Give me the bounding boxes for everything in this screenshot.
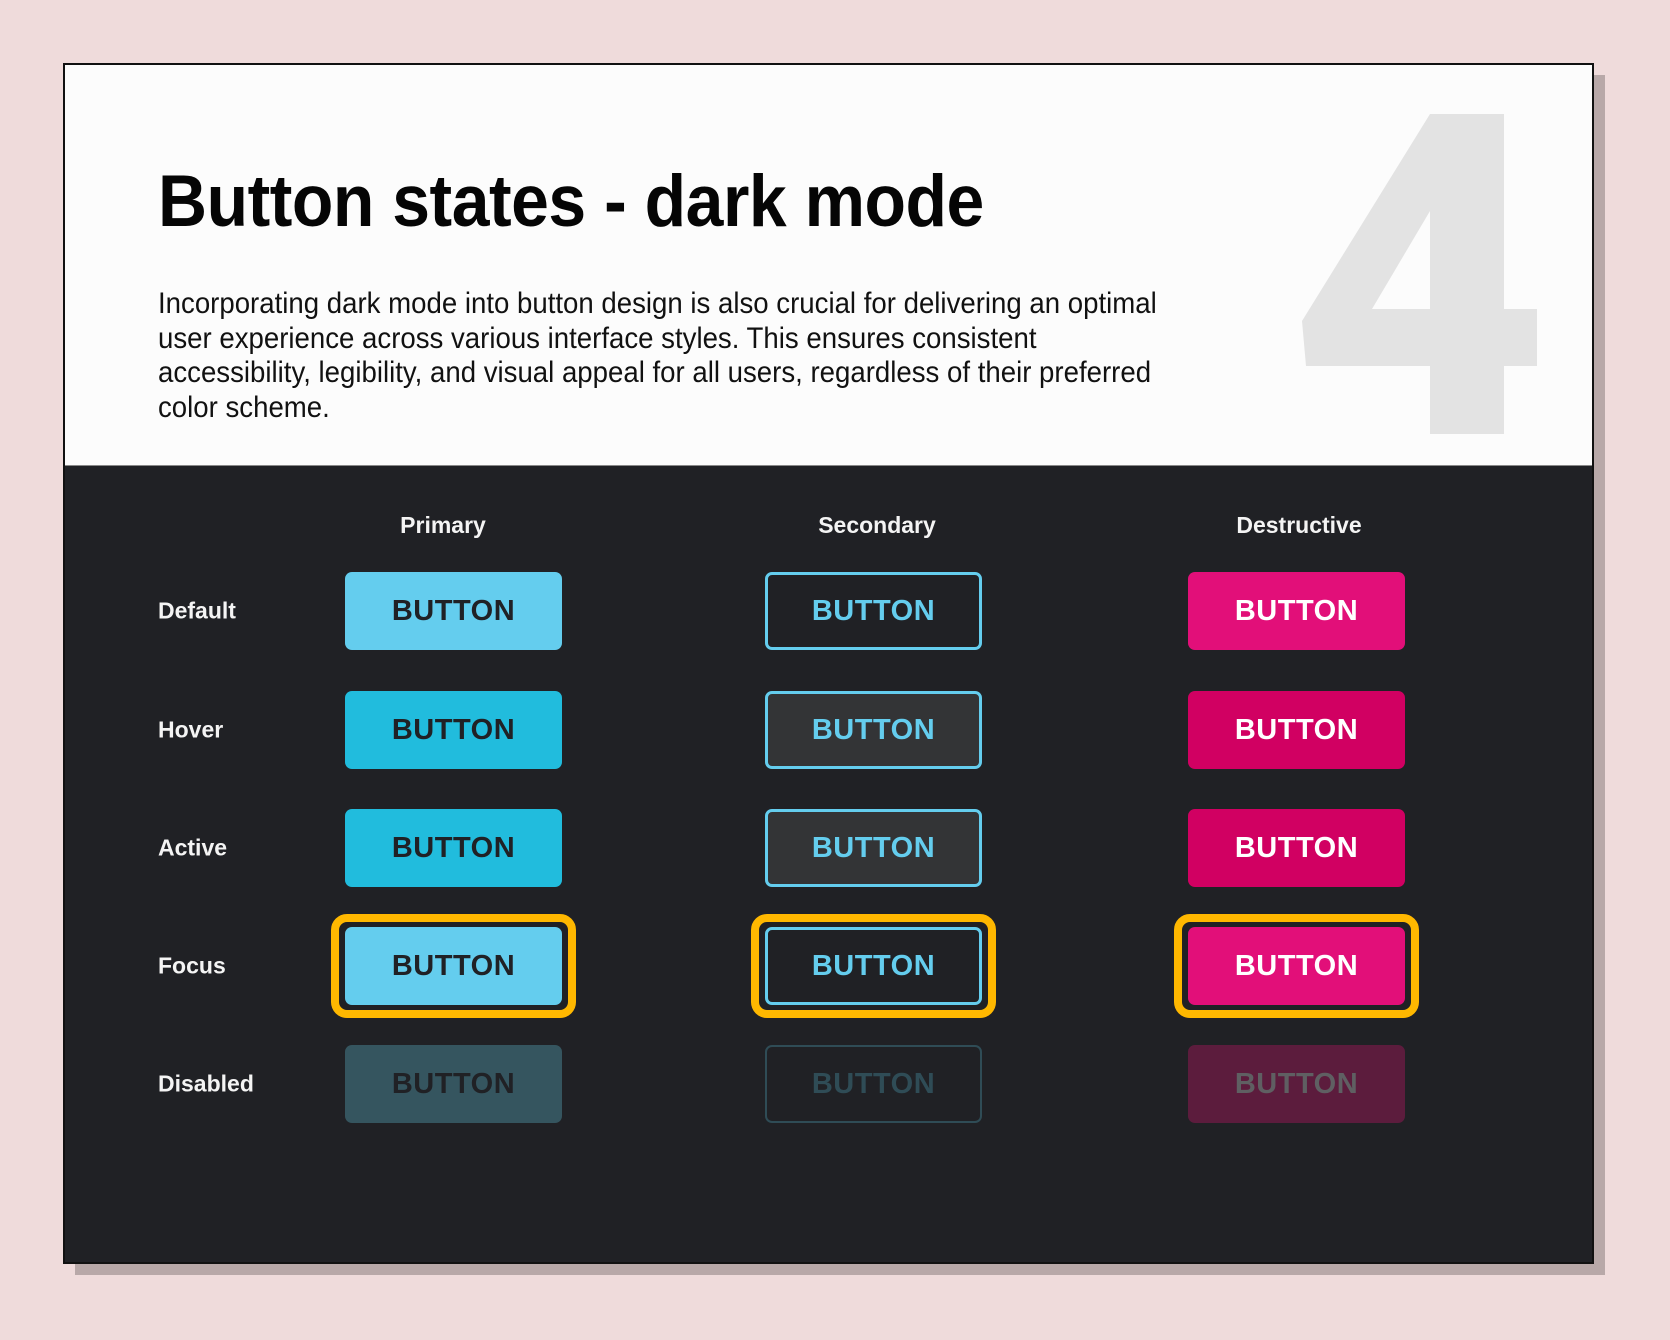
secondary-active-button[interactable]: BUTTON — [765, 809, 982, 887]
destructive-disabled-button: BUTTON — [1188, 1045, 1405, 1123]
secondary-disabled-button: BUTTON — [765, 1045, 982, 1123]
row-label-default: Default — [158, 597, 236, 624]
secondary-focus-button[interactable]: BUTTON — [765, 927, 982, 1005]
primary-default-button[interactable]: BUTTON — [345, 572, 562, 650]
page-description: Incorporating dark mode into button desi… — [158, 287, 1157, 424]
page-title: Button states - dark mode — [158, 161, 984, 242]
button-states-panel: Primary Secondary Destructive Default Ho… — [65, 466, 1592, 1262]
secondary-default-button[interactable]: BUTTON — [765, 572, 982, 650]
primary-focus-button[interactable]: BUTTON — [345, 927, 562, 1005]
column-header-primary: Primary — [400, 512, 486, 538]
header-section: Button states - dark mode Incorporating … — [65, 65, 1592, 466]
column-header-destructive: Destructive — [1236, 512, 1362, 538]
destructive-hover-button[interactable]: BUTTON — [1188, 691, 1405, 769]
destructive-focus-button[interactable]: BUTTON — [1188, 927, 1405, 1005]
row-label-focus: Focus — [158, 952, 226, 979]
slide-card: Button states - dark mode Incorporating … — [63, 63, 1594, 1264]
row-label-disabled: Disabled — [158, 1070, 254, 1097]
secondary-hover-button[interactable]: BUTTON — [765, 691, 982, 769]
row-label-active: Active — [158, 834, 228, 861]
destructive-default-button[interactable]: BUTTON — [1188, 572, 1405, 650]
row-label-hover: Hover — [158, 716, 224, 743]
primary-hover-button[interactable]: BUTTON — [345, 691, 562, 769]
column-header-secondary: Secondary — [818, 512, 936, 538]
primary-active-button[interactable]: BUTTON — [345, 809, 562, 887]
primary-disabled-button: BUTTON — [345, 1045, 562, 1123]
destructive-active-button[interactable]: BUTTON — [1188, 809, 1405, 887]
